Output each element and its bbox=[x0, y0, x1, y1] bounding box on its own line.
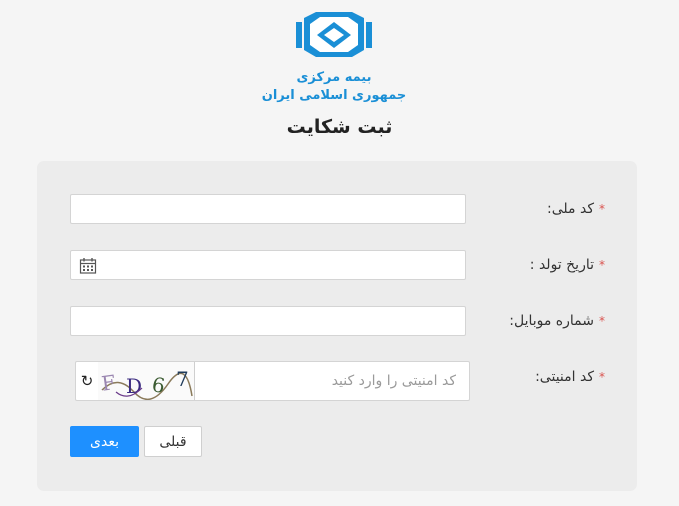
svg-text:6: 6 bbox=[150, 372, 167, 398]
captcha-graphic: F D 6 7 bbox=[100, 367, 193, 400]
logo-text-line1: بیمه مرکزی bbox=[296, 70, 372, 85]
previous-button[interactable]: قبلی bbox=[144, 426, 202, 457]
captcha-label-text: کد امنیتی: bbox=[535, 369, 594, 385]
calendar-icon[interactable] bbox=[79, 257, 97, 275]
captcha-label: * کد امنیتی: bbox=[535, 369, 605, 385]
national-id-input[interactable] bbox=[70, 194, 466, 224]
required-mark: * bbox=[599, 202, 605, 216]
mobile-input[interactable] bbox=[70, 306, 466, 336]
page-title: ثبت شکایت bbox=[286, 116, 393, 138]
birth-date-input[interactable] bbox=[70, 250, 466, 280]
national-id-label-text: کد ملی: bbox=[547, 201, 594, 217]
captcha-field: ↻ F D 6 7 bbox=[75, 361, 470, 401]
required-mark: * bbox=[599, 370, 605, 384]
form-panel: * کد ملی: * تاریخ تولد : * شماره موبایل: * ک… bbox=[37, 161, 637, 491]
captcha-image: F D 6 7 bbox=[98, 362, 195, 400]
mobile-label-text: شماره موبایل: bbox=[509, 313, 594, 329]
logo: بیمه مرکزی جمهوری اسلامی ایران bbox=[258, 12, 410, 106]
required-mark: * bbox=[599, 314, 605, 328]
mobile-label: * شماره موبایل: bbox=[509, 313, 605, 329]
svg-text:7: 7 bbox=[176, 367, 189, 391]
captcha-input[interactable] bbox=[195, 362, 468, 400]
birth-date-label: * تاریخ تولد : bbox=[530, 257, 605, 273]
refresh-icon[interactable]: ↻ bbox=[76, 362, 99, 400]
national-id-label: * کد ملی: bbox=[547, 201, 605, 217]
logo-text-line2: جمهوری اسلامی ایران bbox=[261, 88, 407, 103]
birth-date-label-text: تاریخ تولد : bbox=[529, 257, 594, 273]
required-mark: * bbox=[599, 258, 605, 272]
svg-text:F: F bbox=[100, 370, 117, 396]
next-button[interactable]: بعدی bbox=[70, 426, 139, 457]
logo-emblem bbox=[296, 12, 372, 57]
